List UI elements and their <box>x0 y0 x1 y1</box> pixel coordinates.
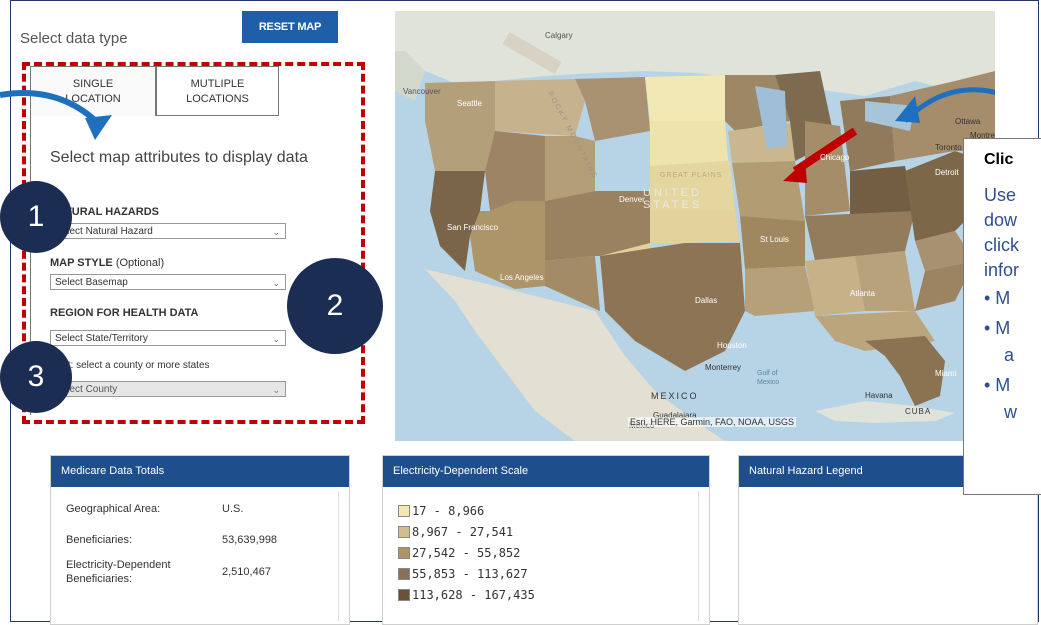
left-arrow-graphic <box>0 90 112 140</box>
callout-line: • M <box>984 288 1011 308</box>
callout-line: infor <box>984 260 1020 280</box>
legend-swatch <box>398 526 410 538</box>
legend-swatch <box>398 547 410 559</box>
callout-line: a <box>1004 345 1015 365</box>
map-label: Seattle <box>457 99 482 108</box>
scale-item-5: 113,628 - 167,435 <box>398 588 535 602</box>
geo-area-value: U.S. <box>222 503 244 515</box>
callout-title: Clic <box>984 151 1014 168</box>
step-3-badge: 3 <box>0 341 72 413</box>
map-label: Detroit <box>935 168 959 177</box>
callout-line: • M <box>984 318 1011 338</box>
reset-map-button[interactable]: RESET MAP <box>242 11 338 43</box>
map-label: CUBA <box>905 407 932 416</box>
step-2-badge: 2 <box>287 258 383 354</box>
select-data-type-label: Select data type <box>20 30 128 47</box>
map-label: Monterrey <box>705 363 742 372</box>
beneficiaries-value: 53,639,998 <box>222 534 278 546</box>
map-attribution: Esri, HERE, Garmin, FAO, NOAA, USGS <box>628 417 797 427</box>
map-label: Atlanta <box>850 289 875 298</box>
map-label: San Francisco <box>447 223 499 232</box>
callout-line: click <box>984 235 1019 255</box>
electricity-dependent-label: Electricity-Dependent Beneficiaries: <box>66 559 171 585</box>
scrollbar[interactable] <box>698 491 707 621</box>
map-label: Los Angeles <box>500 273 544 282</box>
map-label: Gulf of Mexico <box>757 370 780 386</box>
map-label: Vancouver <box>403 87 441 96</box>
legend-swatch <box>398 568 410 580</box>
scale-item-1: 17 - 8,966 <box>398 504 484 518</box>
legend-swatch <box>398 505 410 517</box>
callout-line: Use <box>984 185 1017 205</box>
map-label: UNITED STATES <box>643 187 703 211</box>
step-1-badge: 1 <box>0 181 72 253</box>
us-map[interactable]: Calgary Vancouver Seattle San Francisco … <box>395 11 995 441</box>
callout-line: dow <box>984 210 1018 230</box>
map-label: Calgary <box>545 31 573 40</box>
map-label: St Louis <box>760 235 789 244</box>
geo-area-label: Geographical Area: <box>66 503 161 515</box>
map-label: Miami <box>935 369 957 378</box>
scale-item-4: 55,853 - 113,627 <box>398 567 528 581</box>
map-label: Chicago <box>820 153 850 162</box>
map-label: Toronto <box>935 143 962 152</box>
scale-panel-title: Electricity-Dependent Scale <box>383 456 709 487</box>
instruction-callout: Clic Use dow click infor • M • M a • M w <box>963 138 1041 495</box>
map-label: Dallas <box>695 296 718 305</box>
map-label: MEXICO <box>651 391 699 401</box>
callout-line: w <box>1004 402 1017 422</box>
map-label: Denver <box>619 195 645 204</box>
medicare-panel-title: Medicare Data Totals <box>51 456 349 487</box>
map-label: GREAT PLAINS <box>660 172 723 179</box>
scale-item-3: 27,542 - 55,852 <box>398 546 520 560</box>
beneficiaries-label: Beneficiaries: <box>66 534 133 546</box>
map-label: Havana <box>865 391 893 400</box>
scrollbar[interactable] <box>338 491 347 621</box>
electricity-dependent-value: 2,510,467 <box>222 566 271 578</box>
callout-line: • M <box>984 375 1011 395</box>
map-label: Ottawa <box>955 117 981 126</box>
map-label: Houston <box>717 341 747 350</box>
scale-item-2: 8,967 - 27,541 <box>398 525 513 539</box>
legend-swatch <box>398 589 410 601</box>
